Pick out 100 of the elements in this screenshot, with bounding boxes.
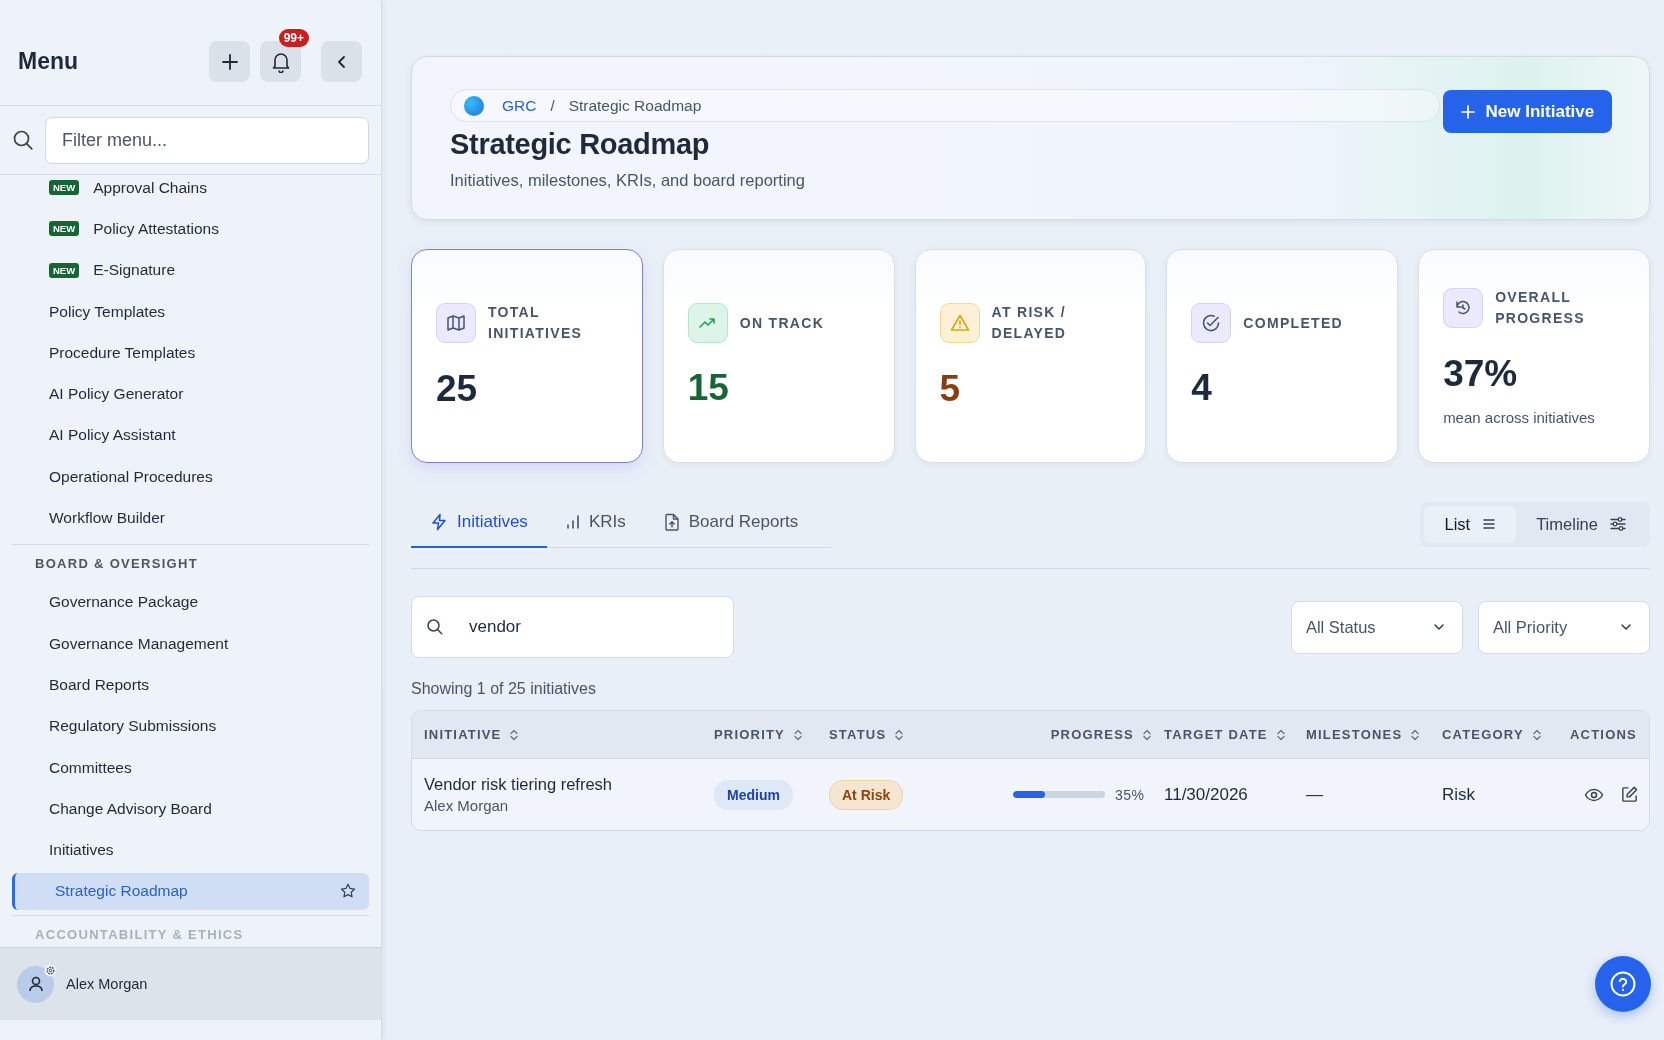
- status-tag: At Risk: [829, 779, 904, 810]
- column-header[interactable]: CATEGORY: [1442, 727, 1524, 742]
- sort-icon[interactable]: [894, 728, 905, 741]
- gear-icon: [44, 963, 57, 977]
- menu-item[interactable]: NEW Approval Chains: [12, 175, 369, 209]
- bell-icon: [270, 50, 291, 73]
- tab[interactable]: KRIs: [546, 500, 645, 548]
- file-icon: [663, 513, 680, 531]
- filter-dropdown[interactable]: All Priority: [1477, 600, 1650, 654]
- initiative-owner: Alex Morgan: [424, 797, 510, 814]
- map-icon: [436, 303, 476, 343]
- stat-label: AT RISK / DELAYED: [991, 303, 1068, 343]
- menu-item[interactable]: Initiatives: [12, 829, 369, 871]
- menu-item[interactable]: NEW E-Signature: [12, 249, 369, 291]
- refresh-icon: [1443, 287, 1484, 328]
- stat-card[interactable]: AT RISK / DELAYED 5: [914, 249, 1147, 463]
- section-heading: ACCOUNTABILITY & ETHICS: [35, 926, 244, 942]
- menu-item[interactable]: Policy Templates: [12, 290, 369, 333]
- menu-item[interactable]: Workflow Builder: [12, 497, 369, 539]
- progress-value: 35%: [1115, 786, 1145, 803]
- stat-value: 4: [1191, 367, 1213, 409]
- column-header[interactable]: PRIORITY: [714, 727, 785, 742]
- menu-item[interactable]: Governance Package: [12, 581, 369, 623]
- stat-value: 25: [436, 368, 479, 410]
- search-field[interactable]: vendor: [411, 596, 734, 658]
- chevron-left-icon: [335, 54, 348, 69]
- list-icon: [1482, 518, 1497, 530]
- menu-item[interactable]: Regulatory Submissions: [12, 705, 369, 747]
- sort-icon[interactable]: [1275, 728, 1286, 741]
- page-title: Strategic Roadmap: [450, 128, 711, 161]
- breadcrumb-item[interactable]: GRC: [502, 96, 537, 115]
- menu-item[interactable]: Change Advisory Board: [12, 788, 369, 830]
- stat-value: 5: [939, 368, 962, 410]
- notification-badge: 99+: [278, 29, 309, 47]
- lightning-icon: [430, 513, 448, 531]
- menu-item[interactable]: Operational Procedures: [12, 456, 369, 498]
- initiative-title[interactable]: Vendor risk tiering refresh: [424, 775, 714, 794]
- plus-icon: [220, 52, 239, 71]
- stat-label: TOTAL INITIATIVES: [488, 303, 584, 343]
- menu-item[interactable]: Procedure Templates: [12, 332, 369, 374]
- column-header[interactable]: MILESTONES: [1306, 727, 1403, 742]
- new-badge: NEW: [49, 262, 80, 278]
- stat-label: COMPLETED: [1243, 313, 1343, 333]
- menu-item[interactable]: NEW Policy Attestations: [12, 208, 369, 250]
- new-initiative-button[interactable]: New Initiative: [1442, 90, 1612, 133]
- stat-label: OVERALL PROGRESS: [1495, 287, 1586, 328]
- trend-up-icon: [687, 303, 728, 343]
- sort-icon[interactable]: [793, 728, 803, 741]
- menu-item[interactable]: AI Policy Generator: [12, 373, 369, 415]
- sort-icon[interactable]: [1142, 728, 1152, 741]
- menu-title: Menu: [18, 48, 79, 75]
- column-header: ACTIONS: [1570, 727, 1637, 742]
- column-header[interactable]: INITIATIVE: [424, 727, 502, 742]
- avatar[interactable]: [17, 965, 54, 1003]
- search-icon: [12, 129, 34, 151]
- table-cell: —: [1306, 784, 1323, 804]
- help-icon: [1608, 970, 1637, 998]
- breadcrumb-item: Strategic Roadmap: [568, 96, 702, 115]
- tab[interactable]: Initiatives: [411, 500, 547, 548]
- stat-value: 37%: [1443, 352, 1519, 395]
- column-header[interactable]: TARGET DATE: [1164, 727, 1268, 742]
- tab[interactable]: Board Reports: [644, 500, 818, 548]
- sort-icon[interactable]: [1531, 728, 1542, 741]
- stat-card[interactable]: TOTAL INITIATIVES 25: [411, 249, 643, 463]
- column-header[interactable]: STATUS: [829, 727, 887, 742]
- stat-card[interactable]: ON TRACK 15: [662, 249, 895, 463]
- menu-item[interactable]: Board Reports: [12, 664, 369, 706]
- new-badge: NEW: [49, 221, 80, 237]
- sort-icon[interactable]: [509, 728, 520, 741]
- search-icon: [426, 618, 444, 636]
- edit-icon[interactable]: [1619, 785, 1639, 804]
- notifications-button[interactable]: [260, 41, 301, 82]
- priority-tag: Medium: [714, 779, 793, 810]
- menu-item[interactable]: Committees: [12, 746, 369, 789]
- stat-card[interactable]: COMPLETED 4: [1166, 249, 1399, 463]
- warning-icon: [939, 303, 980, 343]
- user-name: Alex Morgan: [66, 976, 148, 992]
- menu-item[interactable]: Governance Management: [12, 622, 369, 665]
- stat-card[interactable]: OVERALL PROGRESS 37% mean across initiatives: [1418, 249, 1650, 463]
- menu-item[interactable]: Strategic Roadmap: [12, 872, 369, 910]
- collapse-button[interactable]: [321, 41, 362, 82]
- filter-field[interactable]: Filter menu...: [45, 116, 369, 164]
- result-count: Showing 1 of 25 initiatives: [411, 680, 597, 698]
- column-header[interactable]: PROGRESS: [1050, 727, 1134, 742]
- help-button[interactable]: [1594, 956, 1651, 1012]
- stat-note: mean across initiatives: [1443, 408, 1596, 426]
- filter-dropdown[interactable]: All Status: [1290, 600, 1463, 654]
- table-cell: Risk: [1442, 784, 1476, 804]
- menu-item[interactable]: AI Policy Assistant: [12, 414, 369, 457]
- new-badge: NEW: [49, 180, 80, 196]
- plus-icon: [1460, 104, 1475, 119]
- sort-icon[interactable]: [1410, 728, 1421, 741]
- view-button[interactable]: Timeline: [1516, 505, 1646, 543]
- view-button[interactable]: List: [1424, 505, 1517, 543]
- sliders-icon: [1609, 517, 1626, 531]
- add-button[interactable]: [209, 41, 250, 82]
- breadcrumb-separator: /: [550, 97, 555, 114]
- app-logo-icon: [464, 95, 484, 116]
- table-cell: 11/30/2026: [1164, 784, 1248, 804]
- page-subtitle: Initiatives, milestones, KRIs, and board reporting: [450, 171, 806, 190]
